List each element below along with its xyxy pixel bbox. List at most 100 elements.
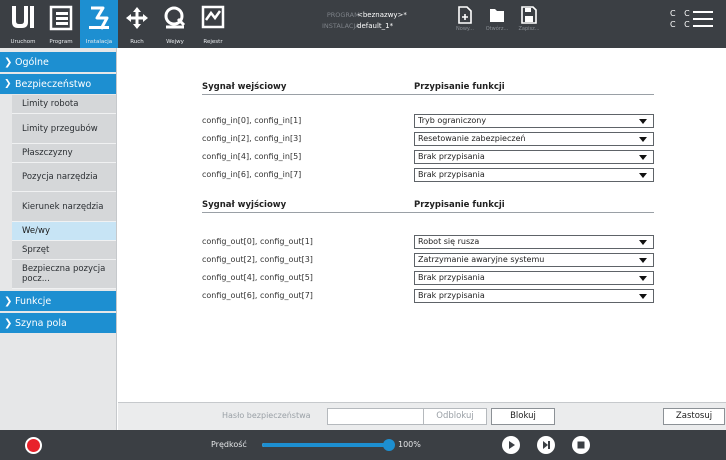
sidebar-group-fieldbus[interactable]: ❯ Szyna pola xyxy=(0,313,116,334)
dropdown-arrow-icon xyxy=(639,258,647,263)
speed-slider[interactable] xyxy=(262,443,390,447)
input-function-header: Przypisanie funkcji xyxy=(414,82,505,92)
tab-program-label: Program xyxy=(49,39,73,45)
divider xyxy=(202,212,654,213)
step-icon xyxy=(543,441,550,449)
installation-icon xyxy=(89,6,109,30)
sidebar-group-general[interactable]: ❯ Ogólne xyxy=(0,52,116,73)
lock-button[interactable]: Blokuj xyxy=(491,408,555,425)
new-file-label: Nowy... xyxy=(456,26,474,32)
sidebar-item-safe-home[interactable]: Bezpieczna pozycja pocz... xyxy=(12,260,116,289)
new-file-icon xyxy=(458,6,472,24)
tab-run-label: Uruchom xyxy=(10,39,36,45)
output-function-header: Przypisanie funkcji xyxy=(414,200,505,210)
save-button[interactable]: Zapisz... xyxy=(514,6,544,44)
output-signal-label: config_out[6], config_out[7] xyxy=(202,291,313,300)
sidebar-item-tool-position[interactable]: Pozycja narzędzia xyxy=(12,163,116,192)
open-button[interactable]: Otwórz... xyxy=(482,6,512,44)
step-button[interactable] xyxy=(537,436,555,454)
input-function-select[interactable]: Brak przypisania xyxy=(414,168,654,182)
sidebar-item-planes[interactable]: Płaszczyzny xyxy=(12,144,116,163)
move-icon xyxy=(126,7,148,29)
speed-slider-thumb[interactable] xyxy=(383,439,395,451)
sidebar-group-features[interactable]: ❯ Funkcje xyxy=(0,291,116,312)
input-signal-header: Sygnał wejściowy xyxy=(202,82,287,92)
output-signal-label: config_out[4], config_out[5] xyxy=(202,273,313,282)
installation-caption: INSTALACJA xyxy=(322,22,360,30)
input-signal-label: config_in[0], config_in[1] xyxy=(202,116,302,125)
output-function-select[interactable]: Robot się rusza xyxy=(414,235,654,249)
power-status-button[interactable] xyxy=(25,437,42,454)
output-function-select[interactable]: Brak przypisania xyxy=(414,271,654,285)
chevron-right-icon: ❯ xyxy=(4,318,13,329)
cc-indicator: C C C C xyxy=(670,8,693,30)
tab-move[interactable]: Ruch xyxy=(118,0,156,48)
save-icon xyxy=(521,6,537,24)
installation-name: default_1* xyxy=(357,22,394,30)
output-signal-header: Sygnał wyjściowy xyxy=(202,200,287,210)
stop-button[interactable] xyxy=(572,436,590,454)
sidebar-item-hardware[interactable]: Sprzęt xyxy=(12,241,116,260)
tab-move-label: Ruch xyxy=(130,39,144,45)
dropdown-arrow-icon xyxy=(639,240,647,245)
ur-logo: Uruchom xyxy=(4,2,42,48)
speed-label: Prędkość xyxy=(211,440,247,449)
sidebar-item-robot-limits[interactable]: Limity robota xyxy=(12,95,116,114)
open-label: Otwórz... xyxy=(485,26,509,32)
dropdown-arrow-icon xyxy=(639,294,647,299)
sidebar-group-safety[interactable]: ❯ Bezpieczeństwo xyxy=(0,74,116,95)
sidebar-group-label: Szyna pola xyxy=(15,318,67,329)
input-signal-label: config_in[2], config_in[3] xyxy=(202,134,302,143)
io-icon xyxy=(164,6,186,29)
program-values: <beznazwy>* default_1* xyxy=(357,10,407,32)
program-name: <beznazwy>* xyxy=(357,11,407,19)
safety-io-panel: Sygnał wejściowy Przypisanie funkcji con… xyxy=(118,48,726,402)
speed-value: 100% xyxy=(398,440,421,449)
open-folder-icon xyxy=(490,9,504,22)
dropdown-arrow-icon xyxy=(639,137,647,142)
safety-password-bar: Hasło bezpieczeństwa Odblokuj Blokuj Zas… xyxy=(118,402,726,430)
input-function-select[interactable]: Tryb ograniczony xyxy=(414,114,654,128)
dropdown-arrow-icon xyxy=(639,173,647,178)
input-function-select[interactable]: Resetowanie zabezpieczeń xyxy=(414,132,654,146)
sidebar-item-joint-limits[interactable]: Limity przegubów xyxy=(12,114,116,144)
tab-io[interactable]: Wejwy xyxy=(156,0,194,48)
cc-top: C C xyxy=(670,9,693,18)
top-bar: Uruchom Program Instalacja Ruch Wejwy Re… xyxy=(0,0,726,48)
sidebar-group-label: Bezpieczeństwo xyxy=(15,79,92,90)
divider xyxy=(202,94,654,95)
tab-io-label: Wejwy xyxy=(166,39,184,45)
menu-icon[interactable] xyxy=(693,11,713,31)
chevron-right-icon: ❯ xyxy=(4,296,13,307)
play-button[interactable] xyxy=(502,436,520,454)
unlock-button[interactable]: Odblokuj xyxy=(423,408,487,425)
chevron-down-icon: ❯ xyxy=(4,79,12,89)
tab-installation[interactable]: Instalacja xyxy=(80,0,118,48)
tab-log[interactable]: Rejestr xyxy=(194,0,232,48)
sidebar-group-label: Funkcje xyxy=(15,296,52,307)
installation-sidebar: ❯ Ogólne ❯ Bezpieczeństwo Limity robota … xyxy=(0,48,117,430)
program-icon xyxy=(49,5,73,31)
safety-password-input[interactable] xyxy=(327,408,435,425)
apply-button[interactable]: Zastosuj xyxy=(663,408,725,425)
output-function-select[interactable]: Brak przypisania xyxy=(414,289,654,303)
new-file-button[interactable]: Nowy... xyxy=(450,6,480,44)
output-function-select[interactable]: Zatrzymanie awaryjne systemu xyxy=(414,253,654,267)
tab-installation-label: Instalacja xyxy=(85,39,113,45)
output-signal-label: config_out[2], config_out[3] xyxy=(202,255,313,264)
program-captions: PROGRAM INSTALACJA xyxy=(322,10,360,32)
save-label: Zapisz... xyxy=(518,26,540,32)
dropdown-arrow-icon xyxy=(639,276,647,281)
log-icon xyxy=(201,5,225,29)
sidebar-item-tool-direction[interactable]: Kierunek narzędzia xyxy=(12,192,116,222)
tab-program[interactable]: Program xyxy=(42,0,80,48)
input-function-select[interactable]: Brak przypisania xyxy=(414,150,654,164)
sidebar-group-label: Ogólne xyxy=(15,57,49,68)
safety-password-label: Hasło bezpieczeństwa xyxy=(222,411,311,420)
dropdown-arrow-icon xyxy=(639,155,647,160)
play-icon xyxy=(509,441,515,449)
footer-bar: Prędkość 100% xyxy=(0,430,726,460)
dropdown-arrow-icon xyxy=(639,119,647,124)
cc-bottom: C C xyxy=(670,20,693,29)
sidebar-item-io[interactable]: We/wy xyxy=(12,222,116,241)
